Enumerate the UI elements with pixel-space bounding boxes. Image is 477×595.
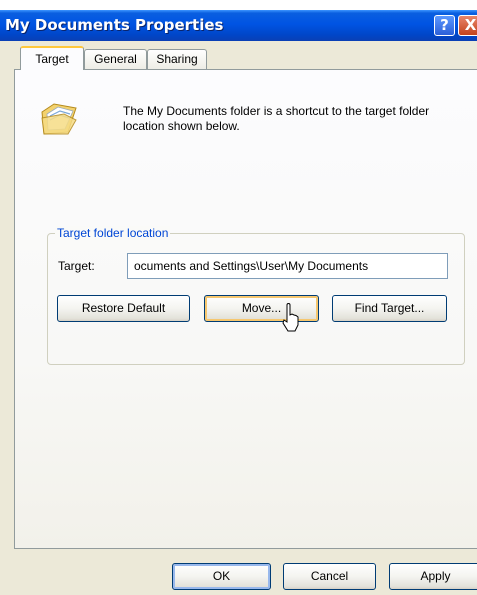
target-path-input[interactable] [127,253,448,279]
window-title: My Documents Properties [5,16,224,34]
target-label: Target: [58,259,95,273]
apply-button[interactable]: Apply [389,563,477,590]
find-target-button[interactable]: Find Target... [332,295,447,322]
restore-default-button[interactable]: Restore Default [57,295,190,322]
close-button[interactable]: X [458,15,477,36]
help-icon: ? [440,16,449,34]
folder-icon [41,103,77,135]
group-label: Target folder location [55,226,171,240]
tab-sharing[interactable]: Sharing [147,49,207,69]
ok-button[interactable]: OK [172,563,271,590]
mouse-pointer-icon [282,303,299,332]
cancel-button[interactable]: Cancel [283,563,376,590]
tab-general[interactable]: General [84,49,147,69]
description-text: The My Documents folder is a shortcut to… [123,104,430,133]
title-bar[interactable]: My Documents Properties ? X [0,10,477,41]
close-icon: X [464,16,477,34]
tab-target[interactable]: Target [20,46,84,70]
help-button[interactable]: ? [434,15,455,36]
